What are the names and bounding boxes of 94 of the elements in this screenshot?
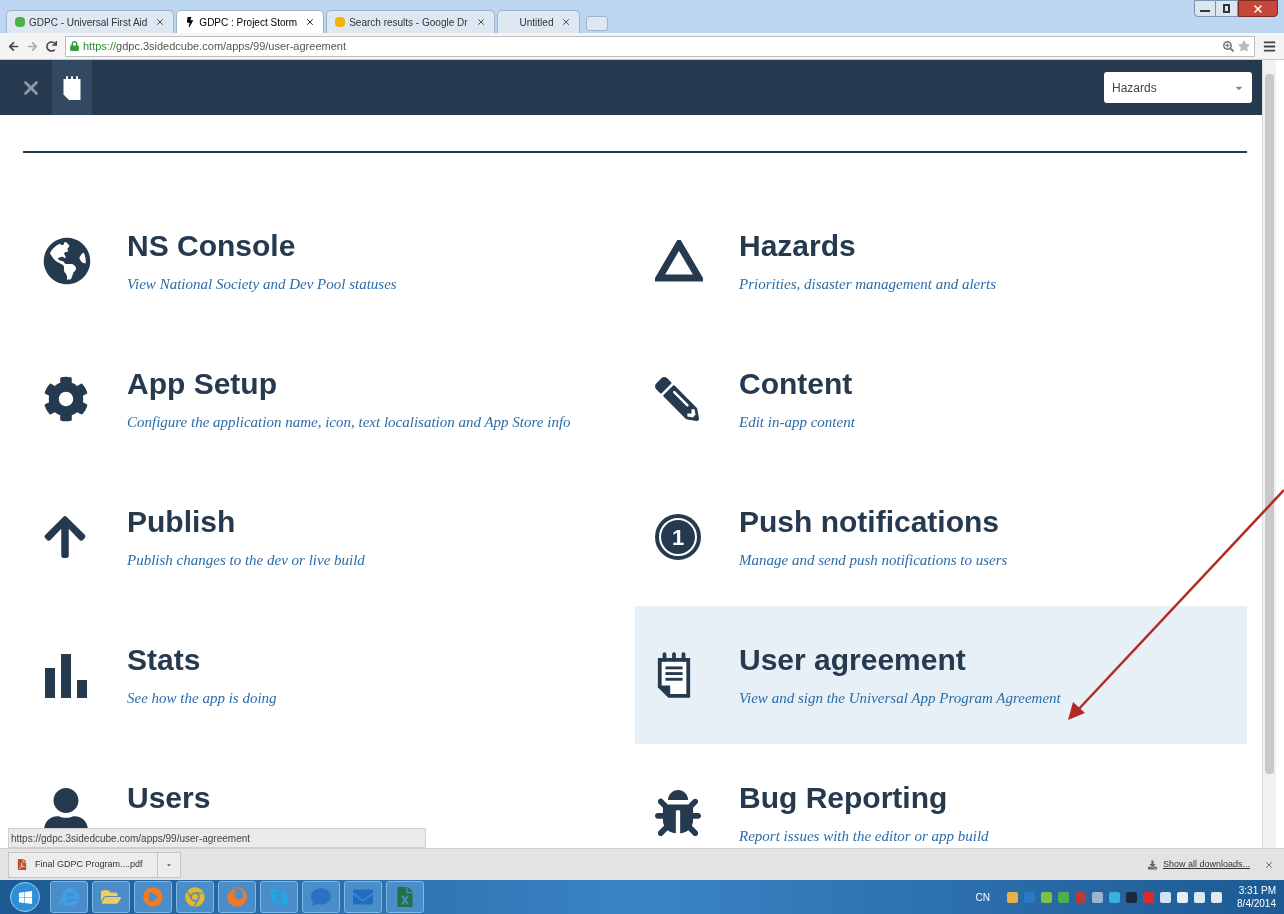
favicon-icon	[15, 17, 25, 27]
bolt-icon	[185, 17, 196, 27]
restore-button[interactable]	[1216, 0, 1238, 17]
notepad-icon	[655, 650, 693, 700]
menu-item-title: Push notifications	[739, 504, 1000, 540]
taskbar-button[interactable]	[176, 881, 214, 913]
browser-tab[interactable]: GDPC - Universal First Aid	[6, 10, 175, 33]
chat-logo-icon	[269, 887, 289, 907]
menu-item-title: Stats	[127, 642, 202, 678]
taskbar-button[interactable]	[386, 881, 424, 913]
menu-item-title: User agreement	[739, 642, 967, 678]
tray-icon[interactable]	[1092, 891, 1104, 903]
fox-logo-icon	[227, 887, 247, 907]
new-tab-button[interactable]	[586, 16, 609, 31]
menu-item[interactable]: User agreement View and sign the Universal App Program Agreement	[635, 606, 1247, 744]
menu-item-title: Hazards	[739, 228, 857, 264]
menu-item-title: Users	[127, 780, 211, 816]
taskbar-button[interactable]	[344, 881, 382, 913]
arrow-up-icon	[43, 513, 87, 561]
menu-icon[interactable]	[1263, 39, 1276, 53]
caret-icon	[165, 861, 172, 868]
forward-icon[interactable]	[27, 40, 38, 52]
taskbar-button[interactable]	[302, 881, 340, 913]
menu-item-title: Bug Reporting	[739, 780, 949, 816]
favicon-icon	[335, 17, 346, 27]
menu-item-description: View National Society and Dev Pool statuses	[127, 275, 397, 294]
menu-item-description: View and sign the Universal App Program Agreement	[739, 689, 1061, 708]
header-tab[interactable]	[52, 60, 92, 115]
tray-icon[interactable]	[1109, 891, 1121, 903]
spreadsheet-icon	[395, 887, 415, 907]
status-url: https://gdpc.3sidedcube.com/apps/99/user-agreement	[8, 828, 426, 848]
tray-icon[interactable]	[1007, 891, 1019, 903]
gear-icon	[43, 376, 89, 422]
close-icon[interactable]	[475, 17, 486, 27]
notepad-icon	[62, 73, 82, 102]
start-button[interactable]	[10, 882, 40, 912]
folder-icon	[101, 887, 121, 907]
browser-tab[interactable]: GDPC : Project Storm	[176, 10, 325, 33]
bug-icon	[655, 790, 701, 836]
menu-item-title: Publish	[127, 504, 237, 540]
menu-item-description: Priorities, disaster management and alerts	[739, 275, 997, 294]
lock-icon	[70, 41, 79, 51]
scrollbar[interactable]	[1262, 60, 1276, 848]
e-logo-icon	[59, 887, 79, 907]
minimize-button[interactable]	[1194, 0, 1216, 17]
tray-icon[interactable]	[1194, 891, 1206, 903]
show-all-downloads-link[interactable]: Show all downloads...	[1162, 857, 1250, 872]
clock-date: 8/4/2014	[1237, 897, 1276, 910]
browser-tab[interactable]: Search results - Google Dr	[326, 10, 495, 33]
pdf-icon	[17, 859, 27, 870]
taskbar-button[interactable]	[134, 881, 172, 913]
zoom-icon[interactable]	[1223, 40, 1234, 52]
menu-item-title: App Setup	[127, 366, 278, 402]
menu-item-description: Report issues with the editor or app build	[739, 827, 989, 846]
menu-item-title: NS Console	[127, 228, 297, 264]
reload-icon[interactable]	[46, 40, 57, 52]
tray-icon[interactable]	[1126, 891, 1138, 903]
address-field[interactable]: https://gdpc.3sidedcube.com/apps/99/user-agreement	[65, 35, 1255, 57]
menu-item-description: See how the app is doing	[127, 689, 277, 708]
language-indicator[interactable]: CN	[975, 889, 991, 905]
close-icon[interactable]	[561, 17, 572, 27]
triangle-icon	[655, 240, 703, 282]
close-icon[interactable]	[155, 17, 166, 27]
tray-icon[interactable]	[1211, 891, 1223, 903]
taskbar-button[interactable]	[92, 881, 130, 913]
pencil-icon	[655, 377, 699, 421]
browser-tab[interactable]: Untitled	[496, 10, 581, 33]
taskbar-button[interactable]	[50, 881, 88, 913]
tray-icon[interactable]	[1041, 891, 1053, 903]
tray-icon[interactable]	[1160, 891, 1172, 903]
close-icon	[1252, 2, 1264, 15]
download-item[interactable]: Final GDPC Program....pdf	[8, 851, 181, 878]
menu-item-description: Edit in-app content	[739, 413, 855, 432]
circle-logo-icon	[185, 887, 205, 907]
speech-icon	[311, 887, 331, 907]
menu-item-description: Configure the application name, icon, text localisation and App Store info	[127, 413, 571, 432]
menu-item-description: Publish changes to the dev or live build	[127, 551, 365, 570]
tray-icon[interactable]	[1177, 891, 1189, 903]
menu-item-title: Content	[739, 366, 854, 402]
windows-logo-icon	[17, 889, 33, 905]
close-icon[interactable]	[305, 17, 316, 27]
menu-item-description: Manage and send push notifications to users	[739, 551, 1008, 570]
taskbar-button[interactable]	[218, 881, 256, 913]
star-icon[interactable]	[1238, 40, 1250, 52]
globe-icon	[43, 237, 91, 285]
taskbar-button[interactable]	[260, 881, 298, 913]
bar-chart-icon	[43, 652, 89, 698]
back-icon[interactable]	[8, 40, 19, 52]
play-icon	[143, 887, 163, 907]
window-close-button[interactable]	[1238, 0, 1278, 17]
envelope-icon	[353, 887, 373, 907]
download-icon	[1147, 859, 1157, 870]
clock-time: 3:31 PM	[1238, 884, 1276, 897]
section-dropdown[interactable]: Hazards	[1104, 72, 1252, 103]
